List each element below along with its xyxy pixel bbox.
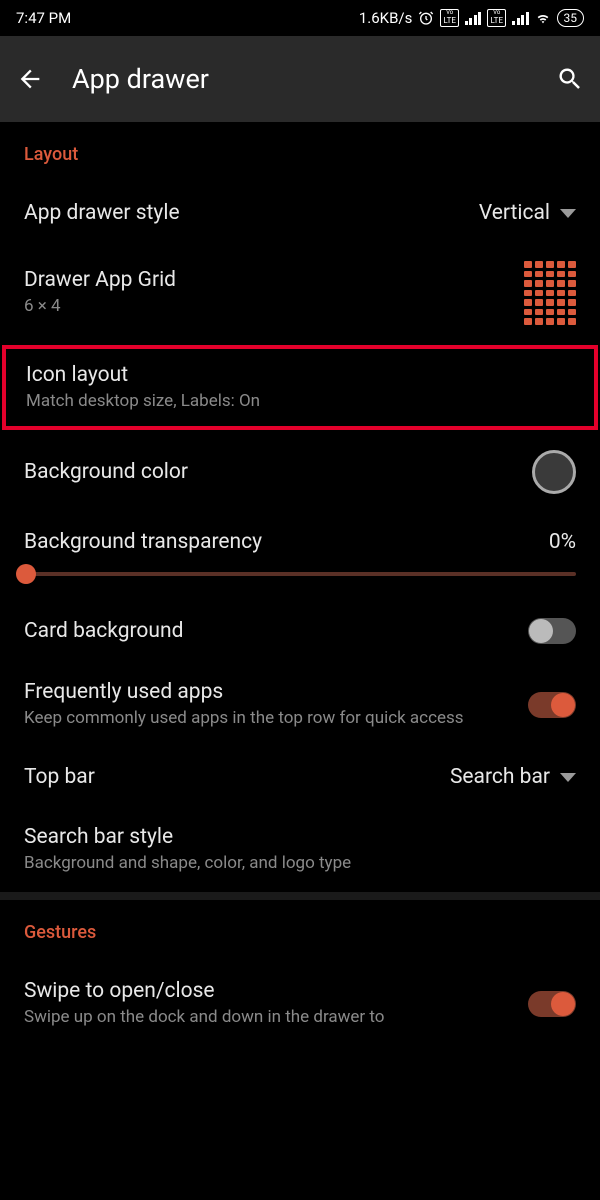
slider-thumb[interactable] — [16, 564, 36, 584]
switch-card-background[interactable] — [528, 618, 576, 644]
value-app-drawer-style: Vertical — [479, 201, 550, 225]
row-frequently-used-apps[interactable]: Frequently used apps Keep commonly used … — [0, 662, 600, 747]
grid-preview-icon — [524, 261, 576, 325]
dropdown-app-drawer-style[interactable]: Vertical — [479, 201, 576, 225]
sub-search-bar-style: Background and shape, color, and logo ty… — [24, 852, 576, 874]
row-icon-layout[interactable]: Icon layout Match desktop size, Labels: … — [2, 345, 598, 430]
page-title: App drawer — [72, 63, 528, 95]
label-frequently-used-apps: Frequently used apps — [24, 680, 512, 704]
back-button[interactable] — [16, 65, 44, 93]
row-card-background[interactable]: Card background — [0, 600, 600, 662]
sub-drawer-app-grid: 6 × 4 — [24, 295, 508, 317]
sub-frequently-used-apps: Keep commonly used apps in the top row f… — [24, 707, 512, 729]
app-bar: App drawer — [0, 36, 600, 122]
section-divider — [0, 892, 600, 900]
color-swatch[interactable] — [532, 450, 576, 494]
row-search-bar-style[interactable]: Search bar style Background and shape, c… — [0, 807, 600, 892]
row-background-transparency[interactable]: Background transparency 0% — [0, 512, 600, 576]
status-bar: 7:47 PM 1.6KB/s VoLTE VoLTE 35 — [0, 0, 600, 36]
status-time: 7:47 PM — [16, 9, 71, 27]
switch-frequently-used-apps[interactable] — [528, 692, 576, 718]
volte-badge-1: VoLTE — [440, 9, 459, 26]
alarm-icon — [418, 10, 434, 26]
value-top-bar: Search bar — [450, 765, 550, 789]
sub-swipe-open-close: Swipe up on the dock and down in the dra… — [24, 1006, 512, 1028]
row-drawer-app-grid[interactable]: Drawer App Grid 6 × 4 — [0, 243, 600, 343]
dropdown-top-bar[interactable]: Search bar — [450, 765, 576, 789]
transparency-slider[interactable] — [24, 572, 576, 576]
chevron-down-icon — [560, 773, 576, 782]
label-app-drawer-style: App drawer style — [24, 201, 463, 225]
label-background-color: Background color — [24, 460, 516, 484]
section-gestures: Gestures — [0, 900, 600, 961]
status-right-cluster: 1.6KB/s VoLTE VoLTE 35 — [359, 9, 584, 27]
signal-icon-1 — [465, 11, 482, 25]
value-background-transparency: 0% — [549, 530, 576, 554]
label-search-bar-style: Search bar style — [24, 825, 576, 849]
row-top-bar[interactable]: Top bar Search bar — [0, 747, 600, 807]
signal-icon-2 — [512, 11, 529, 25]
network-speed: 1.6KB/s — [359, 9, 413, 27]
chevron-down-icon — [560, 209, 576, 218]
sub-icon-layout: Match desktop size, Labels: On — [26, 390, 574, 412]
label-icon-layout: Icon layout — [26, 363, 574, 387]
label-card-background: Card background — [24, 619, 512, 643]
label-drawer-app-grid: Drawer App Grid — [24, 268, 508, 292]
row-app-drawer-style[interactable]: App drawer style Vertical — [0, 183, 600, 243]
label-top-bar: Top bar — [24, 765, 434, 789]
wifi-icon — [535, 10, 551, 26]
switch-swipe-open-close[interactable] — [528, 991, 576, 1017]
label-swipe-open-close: Swipe to open/close — [24, 979, 512, 1003]
row-background-color[interactable]: Background color — [0, 432, 600, 512]
row-swipe-open-close[interactable]: Swipe to open/close Swipe up on the dock… — [0, 961, 600, 1032]
volte-badge-2: VoLTE — [487, 9, 506, 26]
search-button[interactable] — [556, 65, 584, 93]
label-background-transparency: Background transparency — [24, 530, 262, 554]
section-layout: Layout — [0, 122, 600, 183]
battery-indicator: 35 — [557, 9, 585, 27]
